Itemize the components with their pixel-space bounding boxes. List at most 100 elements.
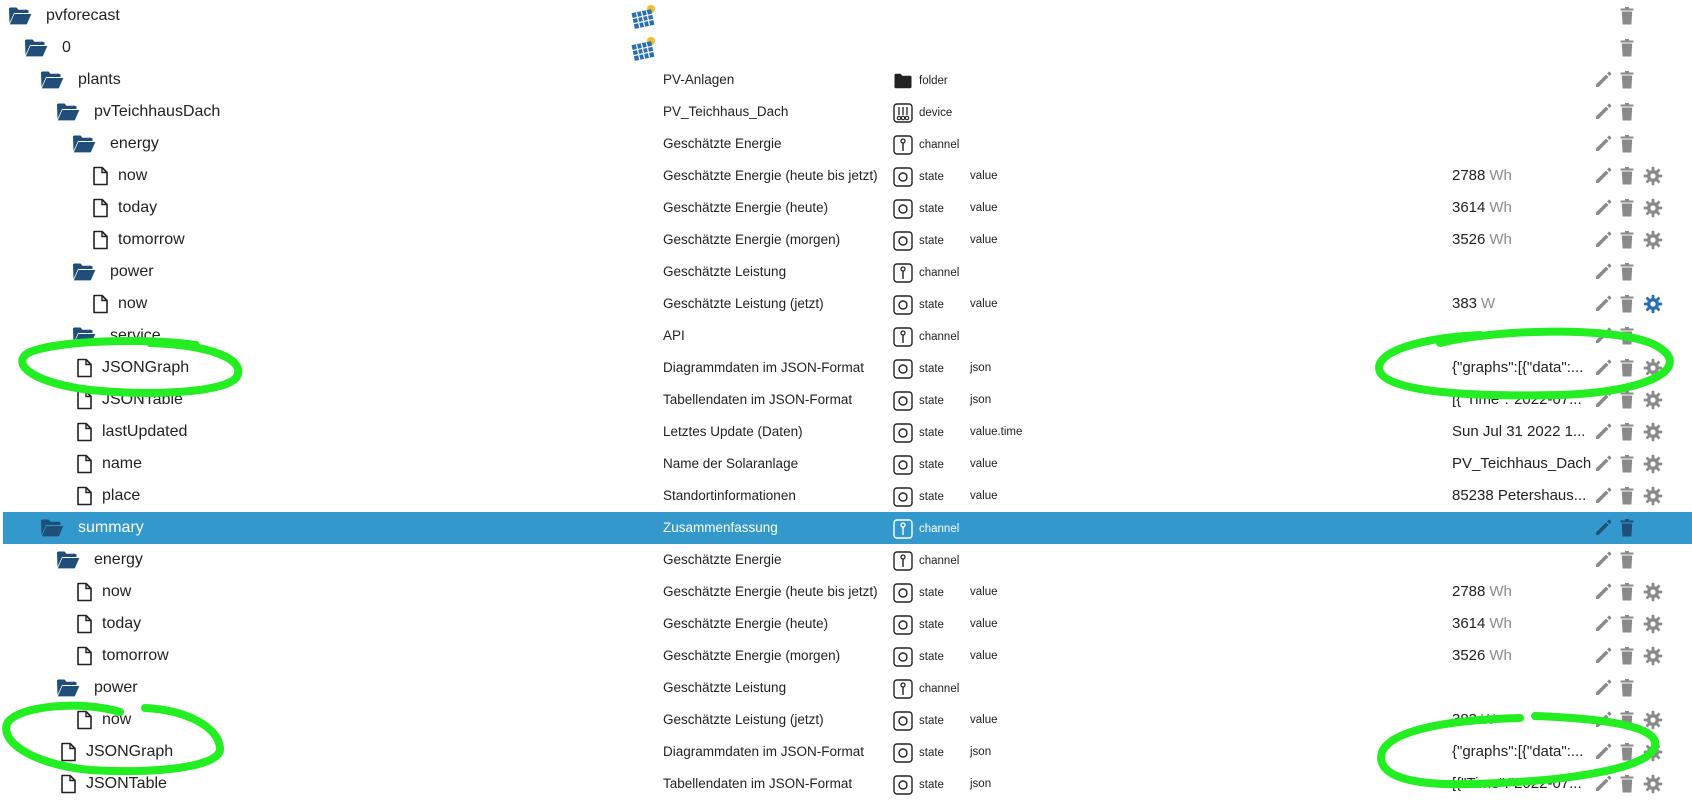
file-icon[interactable] <box>72 646 96 666</box>
object-name[interactable]: place <box>102 480 140 512</box>
object-name[interactable]: pvTeichhausDach <box>94 96 220 128</box>
settings-button[interactable] <box>1643 710 1663 730</box>
tree-row[interactable]: JSONTable Tabellendaten im JSON-Format sta… <box>3 768 1692 800</box>
object-value[interactable]: 383 W <box>1452 704 1592 736</box>
tree-row[interactable]: today Geschätzte Energie (heute) state valu… <box>3 608 1692 640</box>
tree-row[interactable]: pvforecast <box>3 0 1692 32</box>
object-name[interactable]: service <box>110 320 161 352</box>
edit-button[interactable] <box>1593 486 1613 506</box>
edit-button[interactable] <box>1593 102 1613 122</box>
delete-button[interactable] <box>1617 390 1637 410</box>
settings-button[interactable] <box>1643 294 1663 314</box>
object-name[interactable]: today <box>102 608 141 640</box>
edit-button[interactable] <box>1593 166 1613 186</box>
object-name[interactable]: today <box>118 192 157 224</box>
settings-button[interactable] <box>1643 166 1663 186</box>
delete-button[interactable] <box>1617 230 1637 250</box>
delete-button[interactable] <box>1617 422 1637 442</box>
tree-row[interactable]: lastUpdated Letztes Update (Daten) state va… <box>3 416 1692 448</box>
edit-button[interactable] <box>1593 262 1613 282</box>
object-value[interactable]: PV_Teichhaus_Dach <box>1452 448 1592 480</box>
object-name[interactable]: tomorrow <box>118 224 185 256</box>
tree-row[interactable]: place Standortinformationen state value 8523… <box>3 480 1692 512</box>
delete-button[interactable] <box>1617 198 1637 218</box>
settings-button[interactable] <box>1643 230 1663 250</box>
delete-button[interactable] <box>1617 742 1637 762</box>
object-value[interactable]: 2788 Wh <box>1452 160 1592 192</box>
file-icon[interactable] <box>72 422 96 442</box>
edit-button[interactable] <box>1593 198 1613 218</box>
edit-button[interactable] <box>1593 710 1613 730</box>
folder-open-icon[interactable] <box>8 6 32 26</box>
tree-row[interactable]: JSONTable Tabellendaten im JSON-Format sta… <box>3 384 1692 416</box>
delete-button[interactable] <box>1617 582 1637 602</box>
folder-open-icon[interactable] <box>56 102 80 122</box>
tree-row[interactable]: 0 <box>3 32 1692 64</box>
tree-row[interactable]: plants PV-Anlagen folder <box>3 64 1692 96</box>
file-icon[interactable] <box>72 486 96 506</box>
tree-row[interactable]: energy Geschätzte Energie channel <box>3 544 1692 576</box>
delete-button[interactable] <box>1617 518 1637 538</box>
delete-button[interactable] <box>1617 710 1637 730</box>
delete-button[interactable] <box>1617 294 1637 314</box>
edit-button[interactable] <box>1593 614 1613 634</box>
file-icon[interactable] <box>88 230 112 250</box>
tree-row[interactable]: service API channel <box>3 320 1692 352</box>
file-icon[interactable] <box>72 614 96 634</box>
tree-row[interactable]: today Geschätzte Energie (heute) state valu… <box>3 192 1692 224</box>
object-value[interactable]: [{"Time":"2022-07... <box>1452 768 1592 800</box>
edit-button[interactable] <box>1593 678 1613 698</box>
object-value[interactable]: 383 W <box>1452 288 1592 320</box>
tree-row[interactable]: energy Geschätzte Energie channel <box>3 128 1692 160</box>
object-name[interactable]: plants <box>78 64 121 96</box>
settings-button[interactable] <box>1643 358 1663 378</box>
file-icon[interactable] <box>72 582 96 602</box>
folder-open-icon[interactable] <box>72 134 96 154</box>
file-icon[interactable] <box>72 454 96 474</box>
file-icon[interactable] <box>88 198 112 218</box>
settings-button[interactable] <box>1643 198 1663 218</box>
object-name[interactable]: JSONGraph <box>102 352 189 384</box>
folder-open-icon[interactable] <box>72 262 96 282</box>
delete-button[interactable] <box>1617 550 1637 570</box>
tree-row[interactable]: tomorrow Geschätzte Energie (morgen) state… <box>3 640 1692 672</box>
delete-button[interactable] <box>1617 166 1637 186</box>
tree-row[interactable]: name Name der Solaranlage state value PV_Tei… <box>3 448 1692 480</box>
file-icon[interactable] <box>56 774 80 794</box>
folder-open-icon[interactable] <box>40 70 64 90</box>
tree-row[interactable]: tomorrow Geschätzte Energie (morgen) state… <box>3 224 1692 256</box>
delete-button[interactable] <box>1617 6 1637 26</box>
tree-row[interactable]: now Geschätzte Energie (heute bis jetzt) s… <box>3 160 1692 192</box>
tree-row[interactable]: now Geschätzte Energie (heute bis jetzt) s… <box>3 576 1692 608</box>
settings-button[interactable] <box>1643 486 1663 506</box>
object-name[interactable]: JSONTable <box>102 384 183 416</box>
object-value[interactable]: 3526 Wh <box>1452 640 1592 672</box>
object-value[interactable]: {"graphs":[{"data":... <box>1452 352 1592 384</box>
delete-button[interactable] <box>1617 326 1637 346</box>
object-name[interactable]: now <box>118 288 147 320</box>
object-name[interactable]: lastUpdated <box>102 416 187 448</box>
object-name[interactable]: power <box>94 672 138 704</box>
edit-button[interactable] <box>1593 230 1613 250</box>
folder-open-icon[interactable] <box>56 678 80 698</box>
settings-button[interactable] <box>1643 774 1663 794</box>
tree-row[interactable]: power Geschätzte Leistung channel <box>3 672 1692 704</box>
folder-open-icon[interactable] <box>72 326 96 346</box>
edit-button[interactable] <box>1593 326 1613 346</box>
delete-button[interactable] <box>1617 262 1637 282</box>
edit-button[interactable] <box>1593 294 1613 314</box>
object-name[interactable]: now <box>102 576 131 608</box>
settings-button[interactable] <box>1643 454 1663 474</box>
settings-button[interactable] <box>1643 422 1663 442</box>
object-value[interactable]: 3614 Wh <box>1452 192 1592 224</box>
delete-button[interactable] <box>1617 646 1637 666</box>
object-name[interactable]: pvforecast <box>46 0 120 32</box>
folder-open-icon[interactable] <box>56 550 80 570</box>
object-value[interactable]: Sun Jul 31 2022 1... <box>1452 416 1592 448</box>
edit-button[interactable] <box>1593 582 1613 602</box>
file-icon[interactable] <box>72 710 96 730</box>
edit-button[interactable] <box>1593 550 1613 570</box>
settings-button[interactable] <box>1643 390 1663 410</box>
delete-button[interactable] <box>1617 614 1637 634</box>
object-name[interactable]: 0 <box>62 32 71 64</box>
